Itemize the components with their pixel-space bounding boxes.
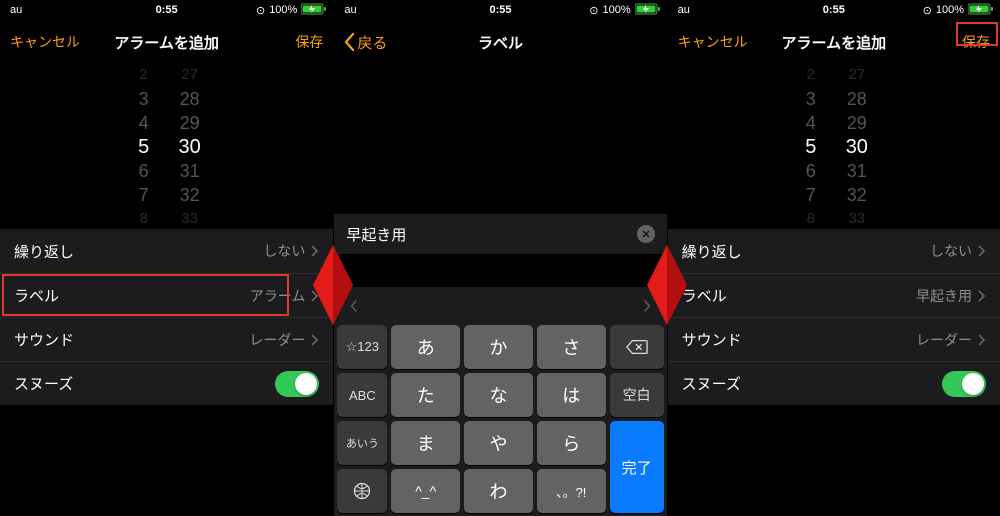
sound-row[interactable]: サウンド レーダー xyxy=(0,317,333,361)
key-mode-num[interactable]: ☆123 xyxy=(337,325,387,369)
nav-title: ラベル xyxy=(478,32,523,53)
snooze-toggle[interactable] xyxy=(942,371,986,397)
key-mode-kana[interactable]: あいう xyxy=(337,421,387,465)
key-ta[interactable]: た xyxy=(391,373,460,417)
battery-alarm-icon: ⊙ xyxy=(589,4,598,17)
back-button[interactable]: 戻る xyxy=(344,32,387,53)
phone-screen-1: au 0:55 ⊙ 100% キャンセル アラームを追加 保存 2 3 4 5 … xyxy=(0,0,333,516)
minute-column: 27 28 29 30 31 32 33 xyxy=(176,64,204,229)
nav-bar: 戻る ラベル xyxy=(334,20,666,64)
key-emoji[interactable]: ^_^ xyxy=(391,469,460,513)
hour-column: 2 3 4 5 6 7 8 xyxy=(130,64,158,229)
key-punct[interactable]: 、。?! xyxy=(537,469,606,513)
time-picker[interactable]: 2 3 4 5 6 7 8 27 28 29 30 31 32 33 xyxy=(668,64,1000,229)
key-globe[interactable] xyxy=(337,469,387,513)
settings-table: 繰り返し しない ラベル 早起き用 サウンド レーダー スヌーズ xyxy=(668,229,1000,405)
battery-icon xyxy=(968,3,994,18)
phone-screen-2: au 0:55 ⊙ 100% 戻る ラベル xyxy=(333,0,666,516)
battery-alarm-icon: ⊙ xyxy=(923,4,932,17)
battery-icon xyxy=(635,3,661,18)
status-bar: au 0:55 ⊙ 100% xyxy=(0,0,333,20)
key-space[interactable]: 空白 xyxy=(610,373,664,417)
nav-title: アラームを追加 xyxy=(114,32,219,53)
time-picker[interactable]: 2 3 4 5 6 7 8 27 28 29 30 31 32 33 xyxy=(0,64,333,229)
key-ra[interactable]: ら xyxy=(537,421,606,465)
label-row[interactable]: ラベル アラーム xyxy=(0,273,333,317)
snooze-row: スヌーズ xyxy=(668,361,1000,405)
key-sa[interactable]: さ xyxy=(537,325,606,369)
key-mode-abc[interactable]: ABC xyxy=(337,373,387,417)
nav-bar: キャンセル アラームを追加 保存 xyxy=(0,20,333,64)
key-wa[interactable]: わ xyxy=(464,469,533,513)
clock-time: 0:55 xyxy=(156,4,178,16)
key-a[interactable]: あ xyxy=(391,325,460,369)
key-na[interactable]: な xyxy=(464,373,533,417)
nav-bar: キャンセル アラームを追加 保存 xyxy=(668,20,1000,64)
nav-title: アラームを追加 xyxy=(782,32,887,53)
battery-icon xyxy=(301,3,327,18)
carrier-label: au xyxy=(10,4,22,16)
step-arrow-2-to-3 xyxy=(637,240,697,330)
repeat-row[interactable]: 繰り返し しない xyxy=(0,229,333,273)
status-bar: au 0:55 ⊙ 100% xyxy=(334,0,666,20)
save-button[interactable]: 保存 xyxy=(295,32,323,52)
repeat-row[interactable]: 繰り返し しない xyxy=(668,229,1000,273)
candidate-bar xyxy=(337,291,663,325)
cancel-button[interactable]: キャンセル xyxy=(10,32,80,52)
sound-row[interactable]: サウンド レーダー xyxy=(668,317,1000,361)
save-button[interactable]: 保存 xyxy=(962,32,990,52)
step-arrow-1-to-2 xyxy=(303,240,363,330)
label-input[interactable] xyxy=(346,226,593,243)
chevron-right-icon xyxy=(311,334,319,346)
keyboard: ☆123 あ か さ ABC た な は 空白 あいう ま や ら 完了 ^_^… xyxy=(334,287,666,516)
label-row[interactable]: ラベル 早起き用 xyxy=(668,273,1000,317)
battery-alarm-icon: ⊙ xyxy=(256,4,265,17)
key-ha[interactable]: は xyxy=(537,373,606,417)
key-delete[interactable] xyxy=(610,325,664,369)
label-text-field-row xyxy=(334,214,666,254)
cancel-button[interactable]: キャンセル xyxy=(678,32,748,52)
key-ma[interactable]: ま xyxy=(391,421,460,465)
status-bar: au 0:55 ⊙ 100% xyxy=(668,0,1000,20)
battery-percent: 100% xyxy=(269,4,297,16)
settings-table: 繰り返し しない ラベル アラーム サウンド レーダー スヌーズ xyxy=(0,229,333,405)
snooze-toggle[interactable] xyxy=(275,371,319,397)
phone-screen-3: au 0:55 ⊙ 100% キャンセル アラームを追加 保存 2 3 4 5 … xyxy=(667,0,1000,516)
key-ka[interactable]: か xyxy=(464,325,533,369)
snooze-row: スヌーズ xyxy=(0,361,333,405)
key-ya[interactable]: や xyxy=(464,421,533,465)
key-done[interactable]: 完了 xyxy=(610,421,664,513)
